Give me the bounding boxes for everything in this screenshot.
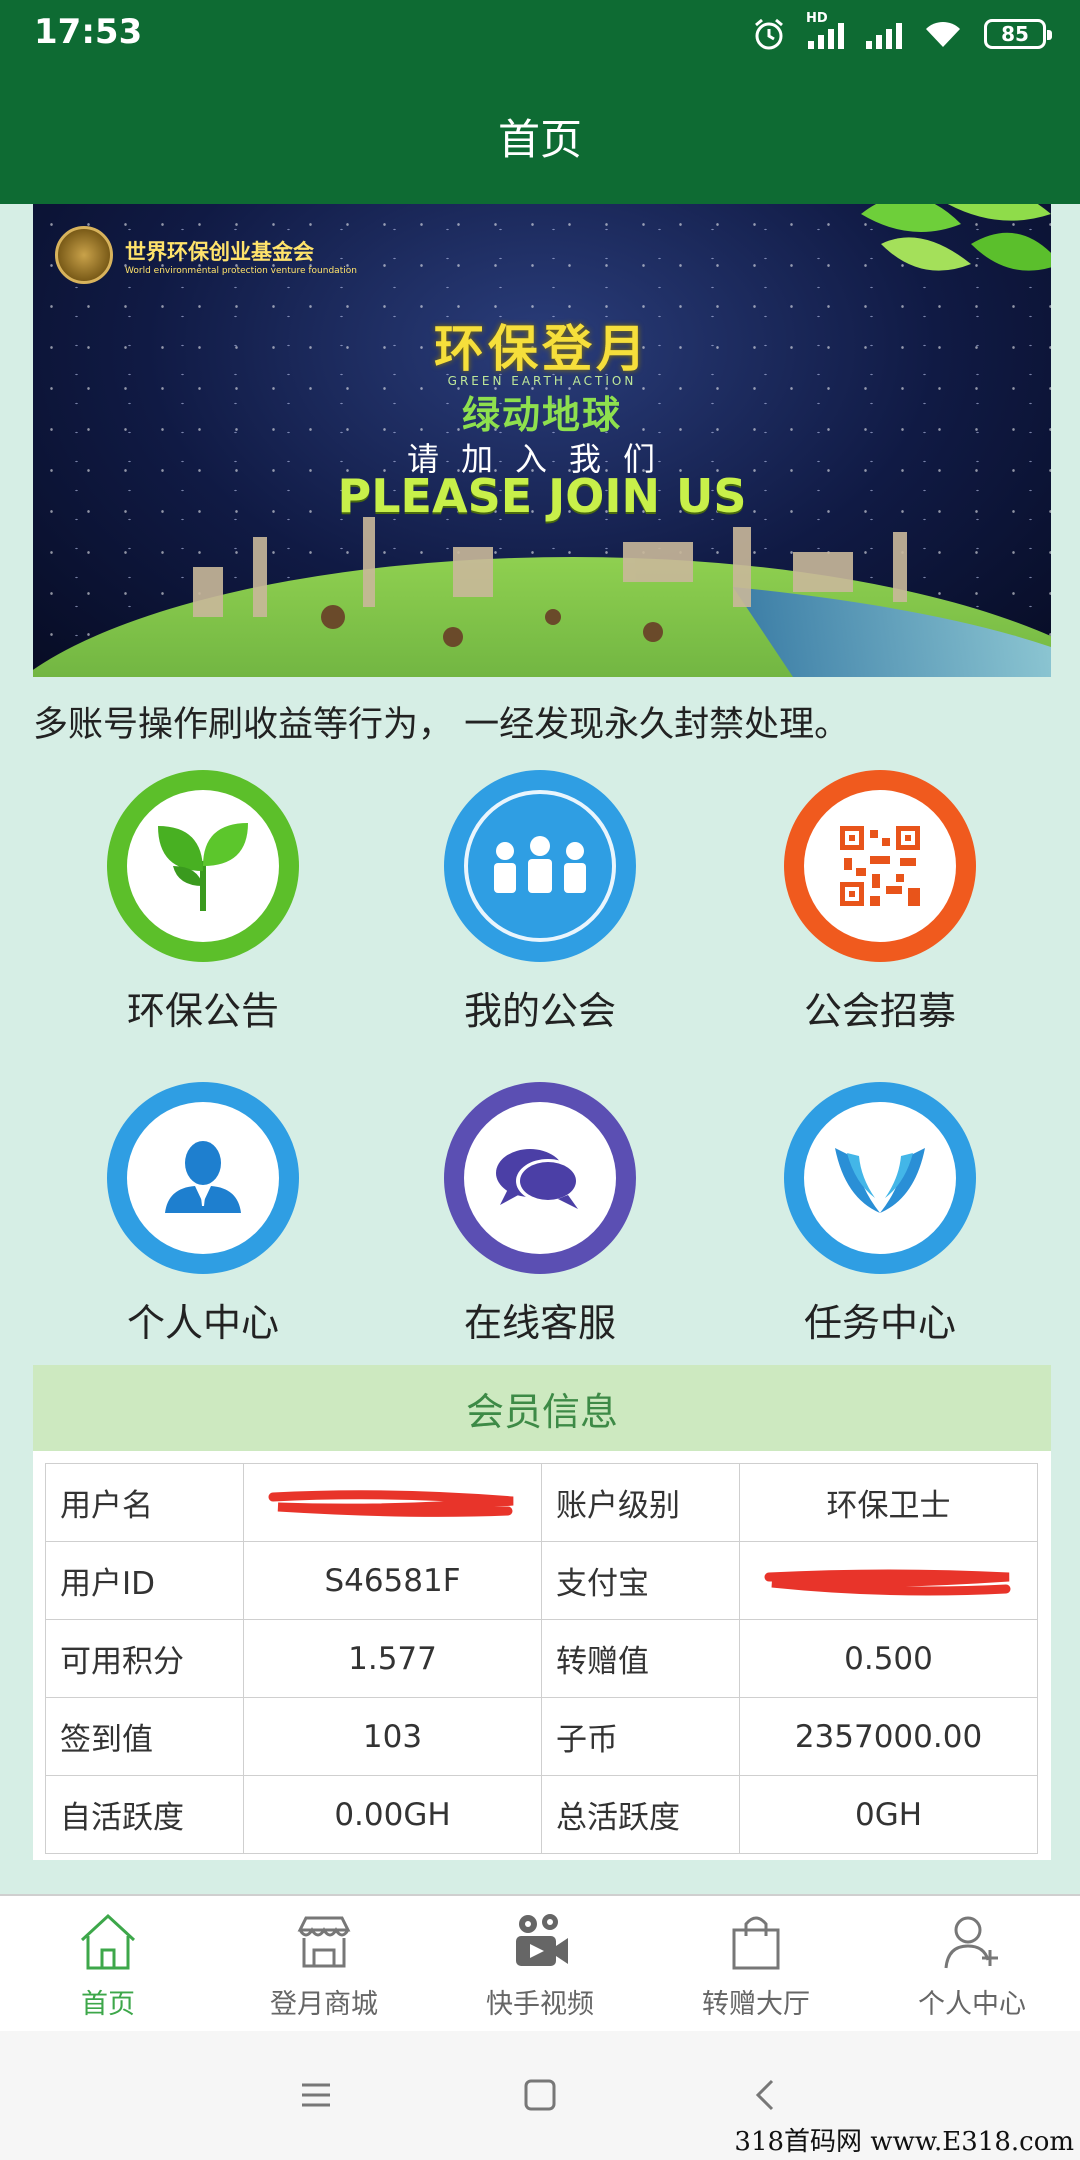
table-row: 用户名 账户级别 环保卫士 (45, 1463, 1038, 1542)
menu-guild-recruit[interactable]: 公会招募 (710, 770, 1050, 1035)
alarm-icon (755, 18, 783, 50)
home-button-icon[interactable] (522, 2077, 558, 2113)
promo-banner[interactable]: 世界环保创业基金会 World environmental protection… (33, 204, 1051, 677)
tab-moon-store[interactable]: 登月商城 (216, 1896, 432, 2031)
table-key: 签到值 (45, 1697, 244, 1776)
tab-label: 快手视频 (486, 1989, 594, 2020)
wifi-icon (926, 21, 960, 47)
menu-icon-ring (444, 1082, 636, 1274)
menu-label: 任务中心 (803, 1301, 956, 1345)
person-icon (165, 1141, 241, 1213)
tab-label: 个人中心 (918, 1989, 1026, 2020)
sprout-icon (158, 823, 248, 911)
menu-announcement[interactable]: 环保公告 (33, 770, 373, 1035)
status-bar: 17:53 HD 85 (0, 0, 1080, 68)
table-row: 可用积分 1.577 转赠值 0.500 (45, 1619, 1038, 1698)
page-title: 首页 (0, 68, 1080, 204)
menu-icon[interactable] (298, 2077, 334, 2113)
menu-label: 环保公告 (126, 989, 279, 1033)
tab-label: 转赠大厅 (702, 1989, 810, 2020)
table-value: 0.00GH (243, 1775, 542, 1854)
video-camera-icon (516, 1914, 568, 1966)
table-value: 0.500 (739, 1619, 1038, 1698)
system-nav-bar: 318首码网 www.E318.com (0, 2031, 1080, 2160)
qr-code-icon (840, 826, 920, 906)
alipay-value (739, 1541, 1038, 1620)
table-key: 子币 (541, 1697, 740, 1776)
shopping-bag-icon (732, 1916, 780, 1970)
username-value (243, 1463, 542, 1542)
member-info-panel: 会员信息 用户名 账户级别 环保卫士 用户ID S46581F 支付宝 可用积分… (33, 1365, 1051, 1860)
table-key: 总活跃度 (541, 1775, 740, 1854)
signal-icon-sim2 (866, 19, 902, 49)
tab-home[interactable]: 首页 (0, 1896, 216, 2031)
status-icons: HD 85 (752, 11, 1052, 54)
table-row: 用户ID S46581F 支付宝 (45, 1541, 1038, 1620)
menu-icon-ring (784, 1082, 976, 1274)
banner-headline: 环保登月 (434, 320, 650, 378)
menu-task-center[interactable]: 任务中心 (710, 1082, 1050, 1347)
table-value: 1.577 (243, 1619, 542, 1698)
table-value: 环保卫士 (739, 1463, 1038, 1542)
network-badge: HD (806, 11, 828, 26)
table-key: 自活跃度 (45, 1775, 244, 1854)
menu-icon-ring (444, 770, 636, 962)
signal-icon-sim1: HD (806, 11, 844, 49)
redaction-scribble (268, 1490, 513, 1517)
table-row: 自活跃度 0.00GH 总活跃度 0GH (45, 1775, 1038, 1854)
table-value: 0GH (739, 1775, 1038, 1854)
home-icon (80, 1913, 136, 1970)
foundation-logo (55, 226, 113, 284)
menu-label: 个人中心 (126, 1301, 279, 1345)
chat-icon (496, 1149, 580, 1209)
menu-label: 在线客服 (463, 1301, 616, 1345)
table-key: 账户级别 (541, 1463, 740, 1542)
menu-icon-ring (107, 770, 299, 962)
table-key: 可用积分 (45, 1619, 244, 1698)
notice-text: 多账号操作刷收益等行为， 一经发现永久封禁处理。 (33, 705, 850, 745)
tab-label: 首页 (81, 1989, 135, 2020)
tab-label: 登月商城 (270, 1989, 378, 2020)
site-watermark: 318首码网 www.E318.com (734, 2127, 1074, 2157)
add-user-icon (944, 1916, 998, 1969)
menu-label: 我的公会 (463, 989, 616, 1033)
table-key: 用户名 (45, 1463, 244, 1542)
banner-org-name-en: World environmental protection venture f… (125, 266, 357, 276)
menu-personal-center[interactable]: 个人中心 (33, 1082, 373, 1347)
table-row: 签到值 103 子币 2357000.00 (45, 1697, 1038, 1776)
back-icon[interactable] (748, 2077, 784, 2113)
member-info-table: 用户名 账户级别 环保卫士 用户ID S46581F 支付宝 可用积分 1.57… (45, 1463, 1038, 1854)
table-value: S46581F (243, 1541, 542, 1620)
tab-personal-center[interactable]: 个人中心 (864, 1896, 1080, 2031)
table-key: 支付宝 (541, 1541, 740, 1620)
banner-org-name: 世界环保创业基金会 (125, 240, 314, 264)
leaves-decoration-icon (861, 204, 1051, 271)
member-info-title: 会员信息 (33, 1365, 1051, 1451)
battery-indicator: 85 (984, 19, 1052, 49)
menu-online-service[interactable]: 在线客服 (370, 1082, 710, 1347)
table-value: 103 (243, 1697, 542, 1776)
store-icon (297, 1916, 351, 1968)
hands-icon (835, 1148, 925, 1213)
menu-icon-ring (784, 770, 976, 962)
status-time: 17:53 (34, 12, 143, 52)
tab-kuaishou-video[interactable]: 快手视频 (432, 1896, 648, 2031)
bottom-tab-bar: 首页 登月商城 快手视频 转赠大厅 个人中心 (0, 1894, 1080, 2031)
menu-label: 公会招募 (803, 989, 956, 1033)
tab-transfer-hall[interactable]: 转赠大厅 (648, 1896, 864, 2031)
table-key: 转赠值 (541, 1619, 740, 1698)
banner-slogan: 绿动地球 (461, 393, 622, 437)
menu-my-guild[interactable]: 我的公会 (370, 770, 710, 1035)
earth-landmarks-illustration (33, 517, 1051, 677)
table-key: 用户ID (45, 1541, 244, 1620)
redaction-scribble (764, 1569, 1010, 1596)
table-value: 2357000.00 (739, 1697, 1038, 1776)
group-icon (494, 836, 586, 893)
menu-icon-ring (107, 1082, 299, 1274)
